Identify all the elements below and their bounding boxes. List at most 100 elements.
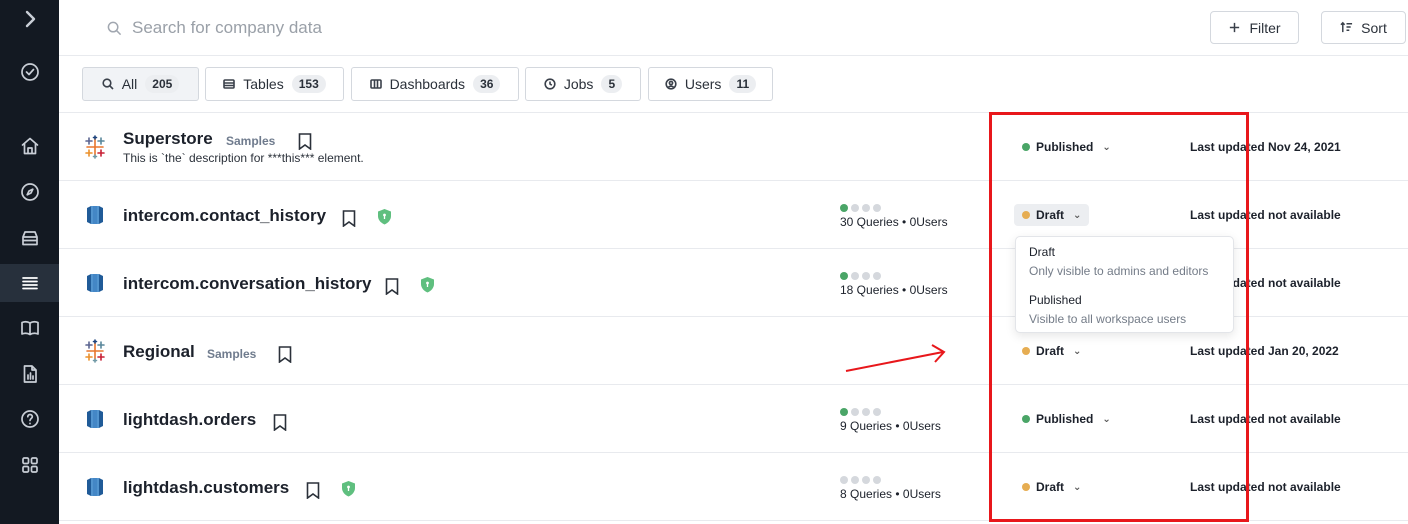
draft-dot [1022,211,1030,219]
usage-text: 9 Queries • 0Users [840,419,941,433]
check-circle-icon[interactable] [0,53,59,91]
chevron-down-icon: ⌄ [1102,413,1111,425]
tab-label: All [121,76,138,92]
tab-jobs[interactable]: Jobs 5 [525,67,641,101]
filter-button[interactable]: Filter [1210,11,1299,44]
row-description: This is `the` description for ***this***… [123,151,364,165]
tableau-icon [85,339,105,363]
usage-text: 18 Queries • 0Users [840,283,948,297]
report-icon[interactable] [0,355,59,393]
status-label: Draft [1036,208,1065,222]
home-icon[interactable] [0,127,59,165]
chevron-down-icon: ⌄ [1073,209,1082,221]
tab-label: Dashboards [389,76,466,92]
search-bar [107,14,532,42]
status-dropdown[interactable]: Published ⌄ [1014,136,1119,158]
status-option-draft[interactable]: Draft Only visible to admins and editors [1029,245,1208,278]
published-dot [1022,143,1030,151]
redshift-icon [87,274,103,292]
option-title: Published [1029,293,1082,307]
list-item[interactable]: Superstore Samples This is `the` descrip… [59,113,1408,181]
row-title[interactable]: lightdash.orders [123,410,256,430]
usage-stats: 9 Queries • 0Users [840,408,941,433]
bookmark-icon[interactable] [306,482,320,500]
status-label: Published [1036,140,1094,154]
usage-dots [840,272,948,280]
usage-stats: 8 Queries • 0Users [840,476,941,501]
last-updated: Last updated Nov 24, 2021 [1190,140,1341,154]
usage-dots [840,408,941,416]
status-label: Draft [1036,480,1065,494]
verified-shield-icon [342,481,355,497]
chevron-down-icon: ⌄ [1073,345,1082,357]
verified-shield-icon [378,209,391,225]
annotation-arrow [845,344,946,372]
apps-grid-icon[interactable] [0,446,59,484]
status-dropdown[interactable]: Draft ⌄ [1014,340,1089,362]
row-title[interactable]: Regional [123,342,195,362]
clock-icon [544,78,556,90]
database-icon[interactable] [0,219,59,257]
status-dropdown[interactable]: Published ⌄ [1014,408,1119,430]
sort-button[interactable]: Sort [1321,11,1406,44]
sort-label: Sort [1361,19,1387,36]
bookmark-icon[interactable] [342,210,356,228]
samples-tag: Samples [207,347,257,361]
tab-dashboards[interactable]: Dashboards 36 [351,67,519,101]
sort-icon [1340,21,1353,33]
row-title[interactable]: intercom.contact_history [123,206,326,226]
tab-label: Tables [243,76,284,92]
tab-count: 153 [291,75,326,93]
tab-count: 36 [473,75,501,93]
bookmark-icon[interactable] [278,346,292,364]
row-title[interactable]: Superstore [123,129,213,149]
list-icon[interactable] [0,264,59,302]
status-dropdown-menu: Draft Only visible to admins and editors… [1015,236,1234,333]
verified-shield-icon [421,277,434,293]
redshift-icon [87,478,103,496]
redshift-icon [87,410,103,428]
usage-dots [840,204,948,212]
tab-all[interactable]: All 205 [82,67,199,101]
tab-count: 205 [145,75,180,93]
status-dropdown[interactable]: Draft ⌄ [1014,476,1089,498]
search-icon [107,21,122,35]
bookmark-icon[interactable] [273,414,287,432]
tab-count: 11 [729,75,757,93]
chevron-down-icon: ⌄ [1073,481,1082,493]
option-description: Visible to all workspace users [1029,312,1187,326]
usage-stats: 30 Queries • 0Users [840,204,948,229]
list-item[interactable]: lightdash.customers 8 Queries • 0Users D… [59,453,1408,521]
published-dot [1022,415,1030,423]
status-dropdown[interactable]: Draft ⌄ [1014,204,1090,226]
table-icon [223,79,236,89]
last-updated: Last updated not available [1190,480,1341,494]
row-title[interactable]: intercom.conversation_history [123,274,371,294]
compass-icon[interactable] [0,173,59,211]
tab-label: Jobs [563,76,594,92]
help-icon[interactable] [0,400,59,438]
search-icon [102,78,114,90]
plus-icon [1230,22,1240,33]
redshift-icon [87,206,103,224]
top-bar: Filter Sort [59,0,1408,56]
tab-tables[interactable]: Tables 153 [205,67,344,101]
option-description: Only visible to admins and editors [1029,264,1209,278]
book-icon[interactable] [0,309,59,347]
tab-users[interactable]: Users 11 [648,67,773,101]
bookmark-icon[interactable] [385,278,399,296]
chevron-right-icon[interactable] [0,0,59,38]
filter-tabs: All 205 Tables 153 Dashboards 36 Jobs 5 … [59,56,1408,113]
tab-count: 5 [601,75,623,93]
usage-dots [840,476,941,484]
bookmark-icon[interactable] [298,133,312,151]
row-title[interactable]: lightdash.customers [123,478,289,498]
status-option-published[interactable]: Published Visible to all workspace users [1029,293,1186,326]
last-updated: Last updated not available [1190,208,1341,222]
usage-stats: 18 Queries • 0Users [840,272,948,297]
filter-label: Filter [1249,19,1281,36]
search-input[interactable] [132,18,532,38]
list-item[interactable]: lightdash.orders 9 Queries • 0Users Publ… [59,385,1408,453]
usage-text: 30 Queries • 0Users [840,215,948,229]
last-updated: Last updated not available [1190,412,1341,426]
